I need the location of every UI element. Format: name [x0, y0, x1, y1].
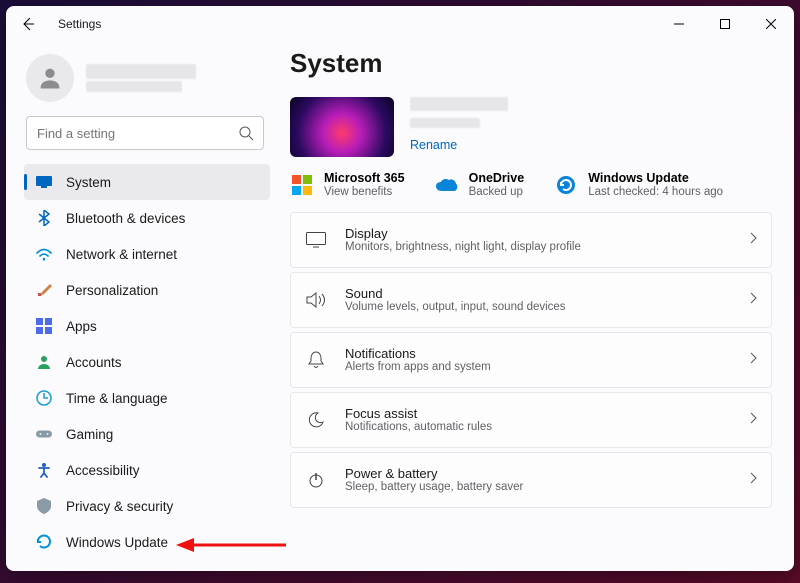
bluetooth-icon [36, 210, 52, 226]
card-title: Display [345, 226, 731, 241]
card-sound[interactable]: SoundVolume levels, output, input, sound… [290, 272, 772, 328]
nav-label: Network & internet [66, 247, 177, 262]
chevron-right-icon [749, 291, 757, 309]
gaming-icon [36, 426, 52, 442]
sidebar-item-accessibility[interactable]: Accessibility [24, 452, 270, 488]
device-model-redacted [410, 118, 480, 128]
display-icon [305, 229, 327, 251]
nav-label: Accessibility [66, 463, 140, 478]
back-button[interactable] [16, 12, 40, 36]
sidebar-item-system[interactable]: System [24, 164, 270, 200]
shield-icon [36, 498, 52, 514]
card-sub: Alerts from apps and system [345, 361, 731, 375]
page-title: System [290, 48, 772, 79]
account-email-redacted [86, 81, 182, 92]
account-icon [36, 354, 52, 370]
nav-list: System Bluetooth & devices Network & int… [24, 164, 270, 560]
brush-icon [36, 282, 52, 298]
chevron-right-icon [749, 471, 757, 489]
status-sub: Last checked: 4 hours ago [588, 186, 723, 198]
bell-icon [305, 349, 327, 371]
power-icon [305, 469, 327, 491]
maximize-button[interactable] [702, 6, 748, 42]
card-sub: Notifications, automatic rules [345, 421, 731, 435]
chevron-right-icon [749, 231, 757, 249]
sidebar-item-privacy[interactable]: Privacy & security [24, 488, 270, 524]
apps-icon [36, 318, 52, 334]
card-title: Sound [345, 286, 731, 301]
card-display[interactable]: DisplayMonitors, brightness, night light… [290, 212, 772, 268]
nav-label: Bluetooth & devices [66, 211, 185, 226]
status-title: Microsoft 365 [324, 171, 405, 186]
status-title: Windows Update [588, 171, 723, 186]
settings-card-list: DisplayMonitors, brightness, night light… [290, 212, 772, 518]
sidebar-item-bluetooth[interactable]: Bluetooth & devices [24, 200, 270, 236]
sidebar-item-windows-update[interactable]: Windows Update [24, 524, 270, 560]
sidebar-item-network[interactable]: Network & internet [24, 236, 270, 272]
update-status-icon [554, 173, 578, 197]
account-block[interactable] [26, 54, 270, 102]
status-title: OneDrive [469, 171, 525, 186]
system-icon [36, 174, 52, 190]
card-power-battery[interactable]: Power & batterySleep, battery usage, bat… [290, 452, 772, 508]
update-icon [36, 534, 52, 550]
status-row: Microsoft 365View benefits OneDriveBacke… [290, 171, 772, 198]
status-onedrive[interactable]: OneDriveBacked up [435, 171, 525, 198]
card-notifications[interactable]: NotificationsAlerts from apps and system [290, 332, 772, 388]
card-sub: Monitors, brightness, night light, displ… [345, 241, 731, 255]
moon-icon [305, 409, 327, 431]
status-m365[interactable]: Microsoft 365View benefits [290, 171, 405, 198]
main-content: System Rename Microsoft 365View benefits [278, 42, 794, 571]
sidebar-item-gaming[interactable]: Gaming [24, 416, 270, 452]
titlebar: Settings [6, 6, 794, 42]
card-focus-assist[interactable]: Focus assistNotifications, automatic rul… [290, 392, 772, 448]
nav-label: Windows Update [66, 535, 168, 550]
search-input[interactable] [26, 116, 264, 150]
chevron-right-icon [749, 351, 757, 369]
card-title: Notifications [345, 346, 731, 361]
chevron-right-icon [749, 411, 757, 429]
nav-label: Personalization [66, 283, 158, 298]
sidebar-item-apps[interactable]: Apps [24, 308, 270, 344]
sidebar-item-personalization[interactable]: Personalization [24, 272, 270, 308]
nav-label: Accounts [66, 355, 122, 370]
sidebar: System Bluetooth & devices Network & int… [6, 42, 278, 571]
wifi-icon [36, 246, 52, 262]
nav-label: Apps [66, 319, 97, 334]
nav-label: Privacy & security [66, 499, 173, 514]
card-sub: Volume levels, output, input, sound devi… [345, 301, 731, 315]
rename-link[interactable]: Rename [410, 138, 508, 152]
accessibility-icon [36, 462, 52, 478]
clock-globe-icon [36, 390, 52, 406]
status-sub: View benefits [324, 186, 405, 198]
close-button[interactable] [748, 6, 794, 42]
status-sub: Backed up [469, 186, 525, 198]
card-title: Focus assist [345, 406, 731, 421]
avatar [26, 54, 74, 102]
nav-label: System [66, 175, 111, 190]
nav-label: Gaming [66, 427, 113, 442]
device-thumbnail [290, 97, 394, 157]
onedrive-icon [435, 173, 459, 197]
nav-label: Time & language [66, 391, 168, 406]
microsoft-365-icon [290, 173, 314, 197]
account-name-redacted [86, 64, 196, 79]
minimize-button[interactable] [656, 6, 702, 42]
sidebar-item-time-language[interactable]: Time & language [24, 380, 270, 416]
person-icon [36, 64, 64, 92]
device-name-redacted [410, 97, 508, 111]
card-sub: Sleep, battery usage, battery saver [345, 481, 731, 495]
sound-icon [305, 289, 327, 311]
device-block: Rename [290, 97, 772, 157]
status-windows-update[interactable]: Windows UpdateLast checked: 4 hours ago [554, 171, 723, 198]
card-title: Power & battery [345, 466, 731, 481]
sidebar-item-accounts[interactable]: Accounts [24, 344, 270, 380]
search-field[interactable] [26, 116, 264, 150]
search-icon [238, 125, 254, 141]
window-title: Settings [58, 17, 101, 31]
